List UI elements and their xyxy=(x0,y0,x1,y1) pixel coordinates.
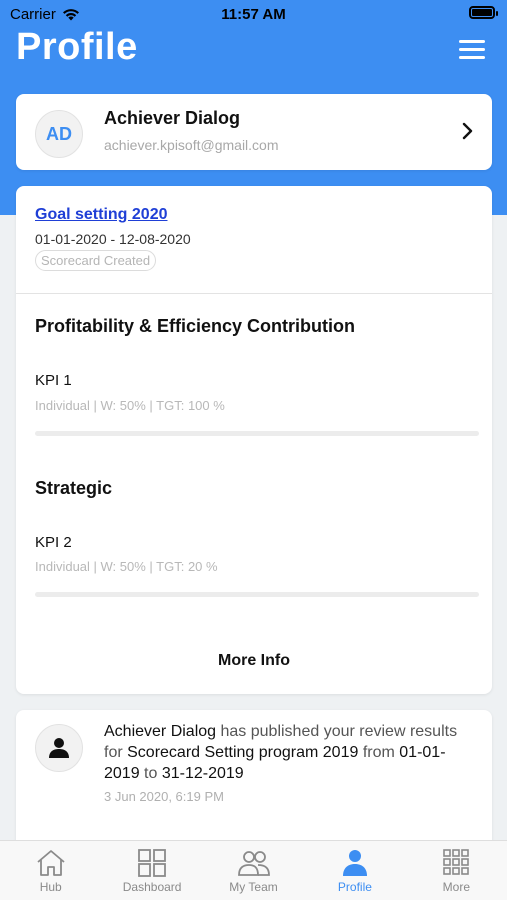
page-title: Profile xyxy=(16,26,138,68)
kpi-meta: Individual | W: 50% | TGT: 20 % xyxy=(35,559,218,574)
user-profile-card[interactable]: AD Achiever Dialog achiever.kpisoft@gmai… xyxy=(16,94,492,170)
status-badge: Scorecard Created xyxy=(35,250,157,271)
kpi-name[interactable]: KPI 2 xyxy=(35,534,72,551)
tab-label: Dashboard xyxy=(122,880,182,894)
tab-dashboard[interactable]: Dashboard xyxy=(101,841,202,900)
grid-icon xyxy=(443,849,470,875)
status-time: 11:57 AM xyxy=(221,6,286,23)
tab-label: Profile xyxy=(337,880,372,894)
tab-label: More xyxy=(442,880,470,894)
notification-card[interactable]: Achiever Dialog has published your revie… xyxy=(16,710,492,860)
notification-program: Scorecard Setting program 2019 xyxy=(127,744,359,761)
chevron-right-icon[interactable] xyxy=(462,122,474,140)
tab-profile[interactable]: Profile xyxy=(304,841,405,900)
tab-my-team[interactable]: My Team xyxy=(203,841,304,900)
tab-label: My Team xyxy=(229,880,278,894)
tab-hub[interactable]: Hub xyxy=(0,841,101,900)
hamburger-menu-icon[interactable] xyxy=(459,40,485,60)
battery-icon xyxy=(469,6,498,19)
kpi-progress-bar xyxy=(35,592,479,597)
notification-to-date: 31-12-2019 xyxy=(161,765,244,782)
tab-label: Hub xyxy=(39,880,62,894)
section-title: Strategic xyxy=(35,478,113,498)
team-icon xyxy=(237,851,270,876)
goal-dates: 01-01-2020 - 12-08-2020 xyxy=(35,231,191,247)
tab-bar: Hub Dashboard My Team Profile More xyxy=(0,840,507,900)
divider xyxy=(16,293,492,294)
dashboard-icon xyxy=(138,849,167,877)
notification-actor: Achiever Dialog xyxy=(104,723,217,740)
user-email: achiever.kpisoft@gmail.com xyxy=(104,137,279,153)
goal-title-link[interactable]: Goal setting 2020 xyxy=(35,206,168,224)
person-icon xyxy=(35,724,83,772)
status-bar: Carrier 11:57 AM xyxy=(0,0,507,28)
home-icon xyxy=(37,850,65,876)
avatar: AD xyxy=(35,110,83,158)
kpi-name[interactable]: KPI 1 xyxy=(35,372,72,389)
kpi-meta: Individual | W: 50% | TGT: 100 % xyxy=(35,398,225,413)
kpi-progress-bar xyxy=(35,431,479,436)
user-name: Achiever Dialog xyxy=(104,108,241,128)
tab-more[interactable]: More xyxy=(406,841,507,900)
notification-timestamp: 3 Jun 2020, 6:19 PM xyxy=(104,789,224,804)
profile-icon xyxy=(342,850,367,876)
notification-text: Achiever Dialog has published your revie… xyxy=(104,723,458,782)
more-info-button[interactable]: More Info xyxy=(16,652,492,670)
section-title: Profitability & Efficiency Contribution xyxy=(35,316,356,336)
goal-card: Goal setting 2020 01-01-2020 - 12-08-202… xyxy=(16,186,492,694)
